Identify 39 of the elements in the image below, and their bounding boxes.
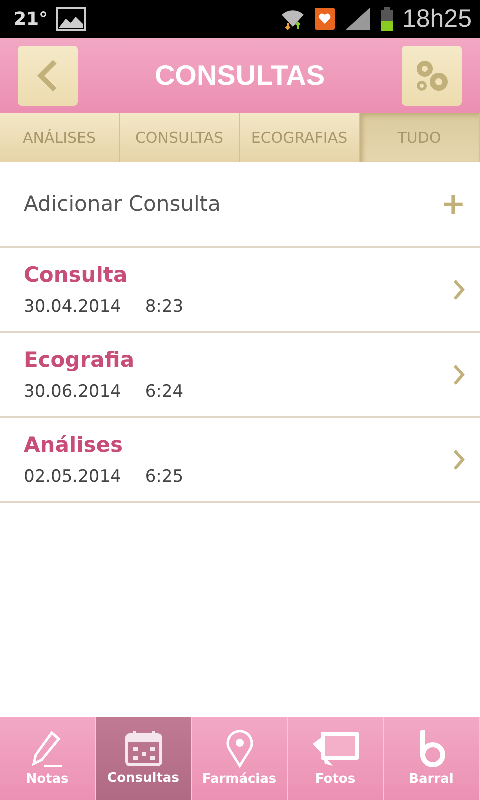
nav-tab[interactable]: Consultas xyxy=(96,717,192,800)
back-button[interactable] xyxy=(18,46,78,106)
temperature: 21° xyxy=(14,8,48,30)
filter-tab[interactable]: ANÁLISES xyxy=(0,113,120,162)
battery-icon xyxy=(380,7,394,31)
appointment-row[interactable]: Consulta 30.04.2014 8:23 xyxy=(0,248,480,333)
nav-tab[interactable]: Farmácias xyxy=(192,717,288,800)
nav-tab[interactable]: Barral xyxy=(384,717,480,800)
photos-icon xyxy=(310,730,360,768)
filter-tab[interactable]: CONSULTAS xyxy=(120,113,240,162)
clock: 18h25 xyxy=(402,4,472,34)
filter-tab[interactable]: TUDO xyxy=(360,113,480,162)
chevron-right-icon xyxy=(452,448,466,472)
filter-tab[interactable]: ECOGRAFIAS xyxy=(240,113,360,162)
image-icon xyxy=(56,7,86,31)
add-consultation-label: Adicionar Consulta xyxy=(24,192,221,216)
screen-title: CONSULTAS xyxy=(154,60,326,92)
nav-tab[interactable]: Fotos xyxy=(288,717,384,800)
appointment-date: 30.06.2014 xyxy=(24,382,122,402)
appointment-time: 8:23 xyxy=(145,296,184,316)
appointment-row[interactable]: Ecografia 30.06.2014 6:24 xyxy=(0,333,480,418)
chevron-right-icon xyxy=(452,278,466,302)
add-consultation-row[interactable]: Adicionar Consulta + xyxy=(0,162,480,248)
notification-icon xyxy=(314,7,336,31)
appointment-date: 02.05.2014 xyxy=(24,466,122,486)
plus-icon: + xyxy=(440,186,466,222)
appointment-title: Consulta xyxy=(24,262,129,286)
appointment-date: 30.04.2014 xyxy=(24,296,122,316)
calendar-icon xyxy=(124,731,162,767)
nav-tab[interactable]: Notas xyxy=(0,717,96,800)
location-pin-icon xyxy=(226,730,254,768)
appointment-title: Análises xyxy=(24,432,124,456)
settings-button[interactable] xyxy=(402,46,462,106)
signal-icon xyxy=(344,7,372,31)
appointment-row[interactable]: Análises 02.05.2014 6:25 xyxy=(0,418,480,503)
appointment-time: 6:25 xyxy=(145,466,184,486)
appointment-title: Ecografia xyxy=(24,348,136,372)
chevron-right-icon xyxy=(452,362,466,386)
appointment-time: 6:24 xyxy=(145,382,184,402)
